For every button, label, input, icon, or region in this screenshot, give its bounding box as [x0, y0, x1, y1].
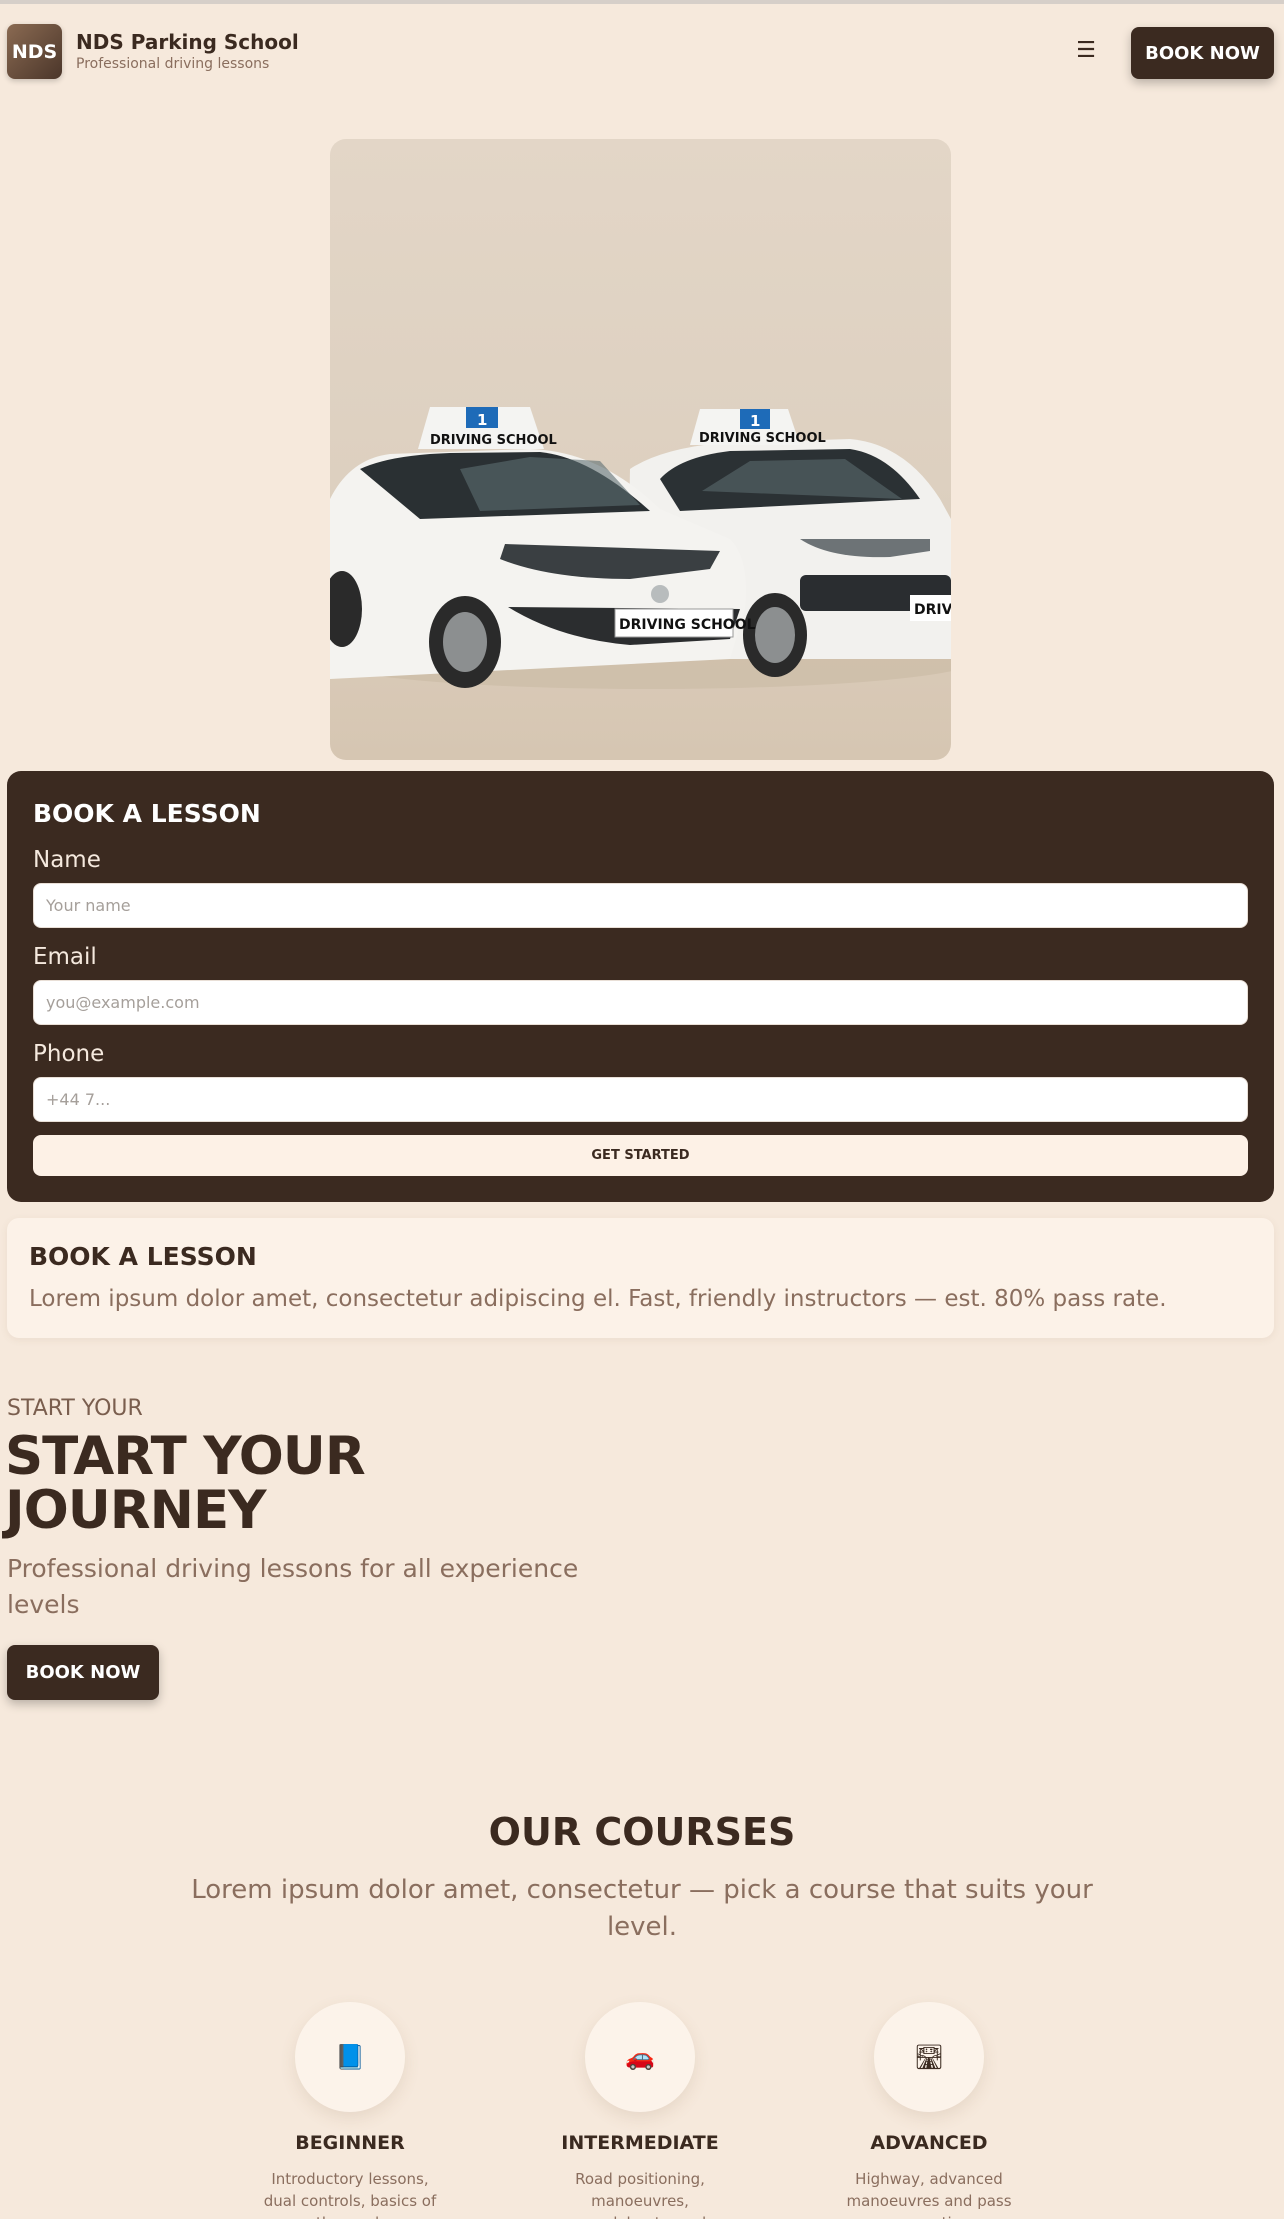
info-card-title: BOOK A LESSON	[29, 1242, 257, 1271]
course-description: Highway, advanced manoeuvres and pass pr…	[846, 2170, 1012, 2219]
book-now-button-header[interactable]: BOOK NOW	[1131, 27, 1274, 79]
logo[interactable]: NDS	[7, 24, 62, 79]
courses-title: OUR COURSES	[488, 1810, 796, 1854]
car-front-plate-text: DRIVING SCHOOL	[619, 617, 756, 633]
hero-title-line-2: JOURNEY	[5, 1480, 267, 1541]
hero-subtitle: Professional driving lessons for all exp…	[7, 1554, 579, 1619]
email-label: Email	[33, 944, 97, 970]
course-card-advanced[interactable]: 🛣 ADVANCED Highway, advanced manoeuvres …	[819, 2002, 1039, 2219]
car-back-sign-number: 1	[750, 412, 760, 430]
car-back-sign-text: DRIVING SCHOOL	[699, 431, 826, 446]
car-icon: 🚗	[585, 2002, 695, 2112]
course-description: Introductory lessons, dual controls, bas…	[263, 2170, 437, 2219]
email-input[interactable]	[33, 980, 1248, 1025]
booking-form-card: BOOK A LESSON Name Email Phone GET START…	[7, 771, 1274, 1202]
hero-image-driving-school-cars: DRIVING 1 DRIVING SCHOOL DRIVING SCHOOL …	[330, 139, 951, 760]
phone-input[interactable]	[33, 1077, 1248, 1122]
booking-form-title: BOOK A LESSON	[33, 799, 261, 828]
brand-subtitle: Professional driving lessons	[76, 56, 270, 72]
brand-title: NDS Parking School	[76, 30, 299, 54]
course-description: Road positioning, manoeuvres, roundabout…	[574, 2170, 706, 2219]
get-started-button[interactable]: GET STARTED	[33, 1135, 1248, 1176]
car-back-plate-text: DRIVING	[914, 602, 951, 618]
info-card-text: Lorem ipsum dolor amet, consectetur adip…	[29, 1286, 1167, 1312]
driving-school-cars-illustration: DRIVING 1 DRIVING SCHOOL DRIVING SCHOOL …	[330, 407, 951, 689]
hero-title: START YOUR JOURNEY	[5, 1430, 366, 1541]
site-header: NDS NDS Parking School Professional driv…	[0, 4, 1284, 100]
book-icon: 📘	[295, 2002, 405, 2112]
book-now-button-hero[interactable]: BOOK NOW	[7, 1645, 159, 1700]
hero-title-line-1: START YOUR	[5, 1426, 366, 1487]
car-front-sign-text: DRIVING SCHOOL	[430, 433, 557, 448]
name-input[interactable]	[33, 883, 1248, 928]
car-front-sign-number: 1	[477, 411, 487, 429]
course-card-intermediate[interactable]: 🚗 INTERMEDIATE Road positioning, manoeuv…	[530, 2002, 750, 2219]
hamburger-menu-icon[interactable]: ☰	[1075, 40, 1097, 62]
info-card: BOOK A LESSON Lorem ipsum dolor amet, co…	[7, 1218, 1274, 1338]
course-name: BEGINNER	[295, 2132, 405, 2154]
name-label: Name	[33, 847, 101, 873]
motorway-icon: 🛣	[874, 2002, 984, 2112]
course-name: INTERMEDIATE	[561, 2132, 719, 2154]
phone-label: Phone	[33, 1041, 105, 1067]
courses-subtitle: Lorem ipsum dolor amet, consectetur — pi…	[191, 1875, 1093, 1942]
hero-eyebrow: START YOUR	[7, 1396, 143, 1421]
course-name: ADVANCED	[870, 2132, 988, 2154]
course-card-beginner[interactable]: 📘 BEGINNER Introductory lessons, dual co…	[240, 2002, 460, 2219]
